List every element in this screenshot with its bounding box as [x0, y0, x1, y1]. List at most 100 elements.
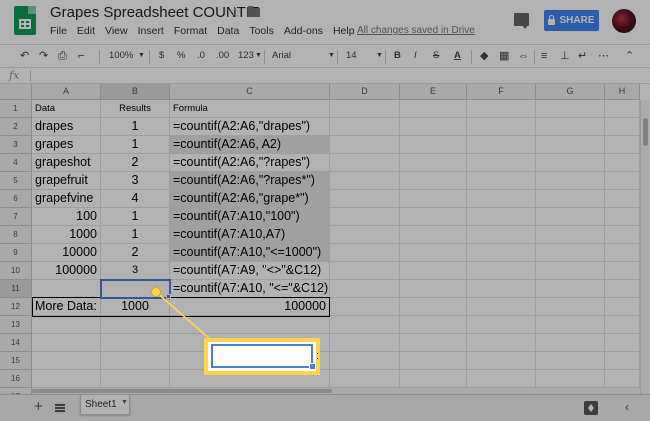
- empty-cell[interactable]: [400, 226, 467, 244]
- cell-c3[interactable]: =countif(A2:A6, A2): [170, 136, 330, 154]
- redo-icon[interactable]: ↷: [39, 51, 50, 62]
- empty-cell[interactable]: [605, 334, 640, 352]
- column-header-e[interactable]: E: [400, 84, 467, 100]
- cell-b8[interactable]: 1: [101, 226, 170, 244]
- row-header-2[interactable]: 2: [0, 118, 32, 136]
- empty-cell[interactable]: [400, 172, 467, 190]
- empty-cell[interactable]: [32, 352, 101, 370]
- empty-cell[interactable]: [330, 190, 400, 208]
- empty-cell[interactable]: [330, 334, 400, 352]
- empty-cell[interactable]: [605, 244, 640, 262]
- row-header-7[interactable]: 7: [0, 208, 32, 226]
- increase-decimals-button[interactable]: .00: [216, 50, 229, 61]
- empty-cell[interactable]: [467, 208, 536, 226]
- empty-cell[interactable]: [400, 136, 467, 154]
- cell-a1[interactable]: Data: [32, 100, 101, 118]
- fill-handle[interactable]: [166, 294, 171, 299]
- empty-cell[interactable]: [536, 316, 605, 334]
- empty-cell[interactable]: [400, 316, 467, 334]
- row-header-9[interactable]: 9: [0, 244, 32, 262]
- empty-cell[interactable]: [467, 154, 536, 172]
- empty-cell[interactable]: [330, 352, 400, 370]
- saved-status-link[interactable]: All changes saved in Drive: [357, 25, 475, 36]
- add-sheet-icon[interactable]: +: [34, 398, 43, 415]
- cell-b7[interactable]: 1: [101, 208, 170, 226]
- empty-cell[interactable]: [330, 208, 400, 226]
- empty-cell[interactable]: [330, 172, 400, 190]
- cell-c1[interactable]: Formula: [170, 100, 330, 118]
- empty-cell[interactable]: [467, 100, 536, 118]
- empty-cell[interactable]: [330, 100, 400, 118]
- column-header-g[interactable]: G: [536, 84, 605, 100]
- empty-cell[interactable]: [467, 352, 536, 370]
- cell-c8[interactable]: =countif(A7:A10,A7): [170, 226, 330, 244]
- folder-icon[interactable]: [248, 6, 260, 17]
- empty-cell[interactable]: [101, 352, 170, 370]
- font-select[interactable]: Arial: [272, 50, 291, 61]
- row-header-11[interactable]: 11: [0, 280, 32, 298]
- menu-edit[interactable]: Edit: [77, 25, 95, 39]
- empty-cell[interactable]: [536, 352, 605, 370]
- horizontal-align-icon[interactable]: ≡: [541, 51, 552, 62]
- empty-cell[interactable]: [605, 298, 640, 316]
- empty-cell[interactable]: [467, 172, 536, 190]
- select-all-corner[interactable]: [0, 84, 32, 100]
- empty-cell[interactable]: [605, 280, 640, 298]
- empty-cell[interactable]: [330, 370, 400, 388]
- column-header-d[interactable]: D: [330, 84, 400, 100]
- text-color-button[interactable]: A: [454, 50, 461, 61]
- row-header-8[interactable]: 8: [0, 226, 32, 244]
- menu-tools[interactable]: Tools: [249, 25, 274, 39]
- menu-help[interactable]: Help: [333, 25, 355, 39]
- empty-cell[interactable]: [400, 352, 467, 370]
- explore-icon[interactable]: [584, 401, 598, 415]
- print-icon[interactable]: ⎙: [58, 51, 69, 62]
- empty-cell[interactable]: [330, 154, 400, 172]
- chevron-down-icon[interactable]: ▼: [328, 52, 335, 59]
- sheets-logo-icon[interactable]: [14, 6, 36, 35]
- row-header-5[interactable]: 5: [0, 172, 32, 190]
- empty-cell[interactable]: [400, 244, 467, 262]
- menu-data[interactable]: Data: [217, 25, 239, 39]
- currency-button[interactable]: $: [159, 50, 164, 61]
- cell-c2[interactable]: =countif(A2:A6,"drapes"): [170, 118, 330, 136]
- cell-a7[interactable]: 100: [32, 208, 101, 226]
- empty-cell[interactable]: [605, 100, 640, 118]
- empty-cell[interactable]: [467, 298, 536, 316]
- empty-cell[interactable]: [330, 298, 400, 316]
- more-icon[interactable]: ⋯: [598, 51, 609, 62]
- empty-cell[interactable]: [467, 370, 536, 388]
- row-header-15[interactable]: 15: [0, 352, 32, 370]
- cell-c4[interactable]: =countif(A2:A6,"?rapes"): [170, 154, 330, 172]
- empty-cell[interactable]: [400, 280, 467, 298]
- cell-b2[interactable]: 1: [101, 118, 170, 136]
- menu-insert[interactable]: Insert: [138, 25, 164, 39]
- empty-cell[interactable]: [400, 298, 467, 316]
- column-header-b[interactable]: B: [101, 84, 170, 100]
- avatar[interactable]: [612, 9, 636, 33]
- empty-cell[interactable]: [467, 136, 536, 154]
- cell-a10[interactable]: 100000: [32, 262, 101, 280]
- column-header-c[interactable]: C: [170, 84, 330, 100]
- empty-cell[interactable]: [400, 118, 467, 136]
- empty-cell[interactable]: [32, 370, 101, 388]
- empty-cell[interactable]: [330, 280, 400, 298]
- empty-cell[interactable]: [536, 262, 605, 280]
- empty-cell[interactable]: [536, 244, 605, 262]
- empty-cell[interactable]: [536, 226, 605, 244]
- cell-b9[interactable]: 2: [101, 244, 170, 262]
- menu-file[interactable]: File: [50, 25, 67, 39]
- empty-cell[interactable]: [536, 334, 605, 352]
- undo-icon[interactable]: ↶: [20, 51, 31, 62]
- cell-b6[interactable]: 4: [101, 190, 170, 208]
- cell-c11[interactable]: =countif(A7:A10, "<="&C12): [170, 280, 330, 298]
- empty-cell[interactable]: [605, 154, 640, 172]
- row-header-1[interactable]: 1: [0, 100, 32, 118]
- empty-cell[interactable]: [605, 172, 640, 190]
- star-icon[interactable]: ☆: [229, 4, 242, 21]
- row-header-12[interactable]: 12: [0, 298, 32, 316]
- empty-cell[interactable]: [101, 334, 170, 352]
- cell-b5[interactable]: 3: [101, 172, 170, 190]
- empty-cell[interactable]: [605, 118, 640, 136]
- cell-b3[interactable]: 1: [101, 136, 170, 154]
